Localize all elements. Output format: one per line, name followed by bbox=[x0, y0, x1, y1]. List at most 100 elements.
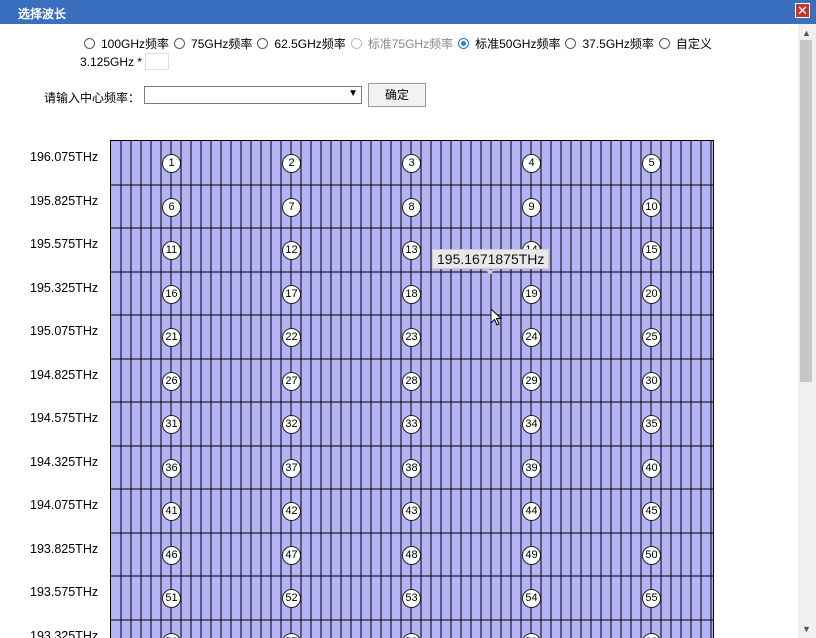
spacing-option[interactable]: 75GHz频率 bbox=[174, 35, 252, 52]
spacing-option[interactable]: 37.5GHz频率 bbox=[565, 35, 654, 52]
channel-marker[interactable]: 35 bbox=[642, 415, 661, 434]
channel-marker[interactable]: 51 bbox=[162, 589, 181, 608]
channel-marker[interactable]: 33 bbox=[402, 415, 421, 434]
row-frequency-label: 196.075THz bbox=[30, 150, 99, 164]
channel-marker[interactable]: 31 bbox=[162, 415, 181, 434]
spacing-option[interactable]: 62.5GHz频率 bbox=[257, 35, 346, 52]
channel-marker[interactable]: 44 bbox=[522, 502, 541, 521]
channel-marker[interactable]: 39 bbox=[522, 458, 541, 478]
channel-marker[interactable]: 40 bbox=[642, 458, 661, 478]
row-frequency-label: 195.325THz bbox=[30, 280, 99, 295]
channel-marker[interactable]: 1 bbox=[162, 154, 181, 173]
custom-spacing-text: 3.125GHz * bbox=[80, 54, 143, 69]
channel-marker[interactable]: 5 bbox=[642, 154, 661, 173]
vertical-scrollbar[interactable]: ▲ ▼ bbox=[798, 24, 816, 638]
channel-marker[interactable]: 21 bbox=[162, 328, 181, 347]
radio-button[interactable] bbox=[658, 38, 670, 49]
window-titlebar: 选择波长 ✕ bbox=[0, 0, 816, 24]
channel-marker[interactable]: 18 bbox=[402, 284, 421, 304]
radio-button[interactable] bbox=[565, 38, 577, 49]
tooltip-tail bbox=[486, 270, 494, 275]
radio-label: 标准75GHz频率 bbox=[367, 37, 454, 51]
channel-marker[interactable]: 15 bbox=[642, 241, 661, 260]
channel-marker[interactable]: 19 bbox=[522, 284, 541, 304]
channel-marker[interactable]: 48 bbox=[402, 545, 421, 565]
spacing-option[interactable]: 标准75GHz频率 bbox=[350, 35, 454, 52]
row-frequency-label: 195.825THz bbox=[30, 193, 99, 208]
channel-marker[interactable]: 12 bbox=[282, 241, 301, 260]
custom-spacing-row: 3.125GHz * bbox=[80, 53, 170, 70]
spacing-option[interactable]: 100GHz频率 bbox=[84, 35, 169, 52]
scroll-thumb[interactable] bbox=[800, 40, 812, 382]
window-title: 选择波长 bbox=[18, 7, 67, 21]
row-frequency-label: 195.575THz bbox=[30, 237, 99, 251]
channel-marker[interactable]: 28 bbox=[402, 371, 421, 391]
channel-marker[interactable]: 26 bbox=[162, 371, 181, 391]
custom-spacing-input[interactable] bbox=[145, 53, 170, 70]
frequency-tooltip: 195.1671875THz bbox=[432, 249, 550, 269]
radio-label: 标准50GHz频率 bbox=[475, 37, 561, 51]
channel-marker[interactable]: 43 bbox=[402, 502, 421, 521]
channel-marker[interactable]: 8 bbox=[402, 197, 421, 217]
channel-marker[interactable]: 46 bbox=[162, 545, 181, 565]
channel-marker[interactable]: 37 bbox=[282, 458, 301, 478]
channel-marker[interactable]: 11 bbox=[162, 241, 181, 260]
channel-marker[interactable]: 53 bbox=[402, 589, 421, 608]
channel-marker[interactable]: 30 bbox=[642, 371, 661, 391]
channel-marker[interactable]: 36 bbox=[162, 458, 181, 478]
channel-marker[interactable]: 17 bbox=[282, 284, 301, 304]
channel-marker[interactable]: 41 bbox=[162, 502, 181, 521]
channel-marker[interactable]: 20 bbox=[642, 284, 661, 304]
confirm-button[interactable]: 确定 bbox=[368, 83, 426, 107]
channel-marker[interactable]: 3 bbox=[402, 154, 421, 173]
row-frequency-label: 195.075THz bbox=[30, 324, 99, 338]
dialog-content: 100GHz频率 75GHz频率 62.5GHz频率 标准75GHz频率 标准50GHz… bbox=[0, 24, 798, 638]
radio-button[interactable] bbox=[458, 38, 470, 49]
channel-marker[interactable]: 13 bbox=[402, 241, 421, 260]
channel-marker[interactable]: 10 bbox=[642, 197, 661, 217]
center-freq-select[interactable]: ▼ bbox=[144, 86, 362, 104]
scroll-up-icon[interactable]: ▲ bbox=[802, 28, 811, 38]
row-frequency-label: 193.825THz bbox=[30, 541, 99, 556]
radio-button[interactable] bbox=[174, 38, 186, 49]
channel-marker[interactable]: 25 bbox=[642, 328, 661, 347]
channel-marker[interactable]: 42 bbox=[282, 502, 301, 521]
radio-button bbox=[350, 38, 362, 49]
channel-marker[interactable]: 27 bbox=[282, 371, 301, 391]
row-frequency-label: 193.325THz bbox=[30, 628, 99, 638]
channel-marker[interactable]: 55 bbox=[642, 589, 661, 608]
channel-marker[interactable]: 38 bbox=[402, 458, 421, 478]
channel-marker[interactable]: 50 bbox=[642, 545, 661, 565]
channel-marker[interactable]: 32 bbox=[282, 415, 301, 434]
row-frequency-label: 194.575THz bbox=[30, 411, 99, 425]
channel-marker[interactable]: 45 bbox=[642, 502, 661, 521]
channel-marker[interactable]: 34 bbox=[522, 415, 541, 434]
radio-button[interactable] bbox=[84, 38, 95, 49]
radio-button[interactable] bbox=[257, 38, 269, 49]
channel-marker[interactable]: 4 bbox=[522, 154, 541, 173]
channel-marker[interactable]: 6 bbox=[162, 197, 181, 217]
close-button[interactable]: ✕ bbox=[795, 3, 810, 18]
channel-marker[interactable]: 49 bbox=[522, 545, 541, 565]
channel-marker[interactable]: 54 bbox=[522, 589, 541, 608]
channel-marker[interactable]: 29 bbox=[522, 371, 541, 391]
spacing-option[interactable]: 自定义 bbox=[658, 35, 712, 52]
radio-label: 75GHz频率 bbox=[191, 37, 253, 51]
channel-marker[interactable]: 47 bbox=[282, 545, 301, 565]
channel-marker[interactable]: 16 bbox=[162, 284, 181, 304]
wavelength-grid[interactable]: 1234567891011121314151617181920212223242… bbox=[110, 140, 714, 638]
channel-marker[interactable]: 2 bbox=[282, 154, 301, 173]
radio-label: 37.5GHz频率 bbox=[582, 37, 654, 51]
scroll-down-icon[interactable]: ▼ bbox=[802, 624, 811, 634]
channel-marker[interactable]: 52 bbox=[282, 589, 301, 608]
row-frequency-label: 193.575THz bbox=[30, 585, 99, 599]
spacing-option[interactable]: 标准50GHz频率 bbox=[458, 35, 560, 52]
spacing-options: 100GHz频率 75GHz频率 62.5GHz频率 标准75GHz频率 标准50GHz… bbox=[84, 35, 717, 52]
channel-marker[interactable]: 7 bbox=[282, 197, 301, 217]
channel-marker[interactable]: 9 bbox=[522, 197, 541, 217]
center-freq-label: 请输入中心频率： bbox=[44, 91, 141, 105]
channel-marker[interactable]: 22 bbox=[282, 328, 301, 347]
channel-marker[interactable]: 23 bbox=[402, 328, 421, 347]
channel-marker[interactable]: 24 bbox=[522, 328, 541, 347]
row-frequency-label: 194.325THz bbox=[30, 454, 99, 469]
